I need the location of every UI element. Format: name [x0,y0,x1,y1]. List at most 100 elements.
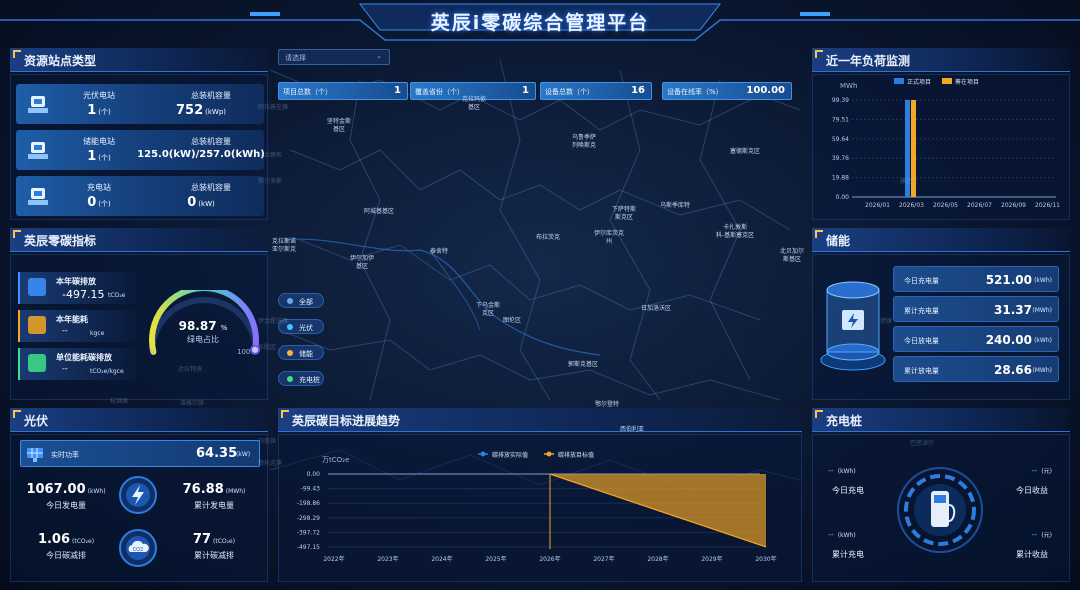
storage-stat-unit: (MWh) [1032,307,1052,314]
map-region-label: 东胜区 [258,344,277,351]
pv-stat-label: 今日发电量 [46,501,86,510]
map-region-label: 伊金霍洛旗 [258,318,289,325]
place-name: 下乌金斯 [476,302,501,309]
place-name: 鄂尔登特 [595,401,620,408]
kpi-label: 项目总数（个） [283,88,332,96]
storage-stat: 累计充电量 31.37 (MWh) [893,296,1059,322]
carbon-panel-title: 英辰零碳指标 [24,234,97,248]
gauge-value-wrap: 98.87 % [168,319,238,333]
map-legend-all[interactable]: 全部 [278,293,324,308]
place-name: 下萨特斯 [612,206,637,213]
map-place-label: 西伯利亚 [620,426,644,434]
kpi-card: 项目总数（个） 1 [278,82,408,100]
y-tick-label: -497.15 [297,544,320,551]
charger-stat-label: 累计收益 [1016,550,1048,559]
legend-label: 充电桩 [299,376,320,384]
place-sub: 州 [606,238,613,245]
map-legend-charger[interactable]: 充电桩 [278,371,324,386]
pv-stat: 1067.00 (kWh) 今日发电量 [20,478,112,518]
place-sub: 基区 [356,263,369,270]
station-card: 储能电站 1 (个) 总装机容量 125.0(kW)/257.0(kWh) [16,130,265,170]
station-count: 1 (个) [87,149,111,164]
y-tick-label: 0.00 [307,471,321,478]
capacity-label: 总装机容量 [191,137,231,146]
pv-stat-unit: (kWh) [87,488,106,495]
x-tick-label: 2027年 [593,555,614,563]
map-region-label: 康巴什 [900,178,919,185]
map-region-label: 准格尔旗 [180,400,205,407]
place-name: 北贝加尔 [780,248,805,255]
charger-stat-value: -- [828,466,834,475]
charger-stat-value: -- [1031,466,1038,475]
pv-stat-label: 今日碳减排 [46,551,86,560]
solar-station-icon [26,92,50,116]
charger-stat-label: 今日充电 [832,486,864,495]
pv-stat: 76.88 (MWh) 累计发电量 [168,478,260,518]
pv-stat-value-line: 77 (tCO₂e) [168,528,260,547]
cloud-co2-icon: CO2 [119,529,157,567]
place-sub: 基区 [333,126,346,133]
pv-power-card: 实时功率 64.35 (kW) [20,440,260,467]
region-filter-placeholder: 请选择 [285,54,306,62]
carbon-item-value: -497.15 [62,288,105,301]
gauge-max: 100 [237,348,251,356]
pv-stat: 1.06 (tCO₂e) 今日碳减排 [20,528,112,568]
pv-stat-value-line: 1067.00 (kWh) [20,478,112,497]
storage-panel-title: 储能 [826,234,851,248]
station-card: 光伏电站 1 (个) 总装机容量 752 (kWp) [16,84,264,124]
region-filter-select[interactable]: 请选择 ⌄ [278,49,390,65]
place-name: 克拉玛依 [462,96,487,103]
charger-stat-value: -- [828,530,834,539]
page-title: 英辰i零碳综合管理平台 [430,12,650,34]
x-tick-label: 2024年 [431,555,452,563]
pv-panel-title: 光伏 [24,414,49,428]
legend-label: 筹在项目 [955,78,979,86]
storage-stat-value: 240.00 [985,333,1032,347]
charger-stat-value-line: -- (kWh) [820,522,900,541]
y-tick-label: 19.88 [832,175,849,182]
legend-dot-icon [287,298,293,304]
pv-panel-header: 光伏 [10,408,268,432]
pv-stat-value-line: 1.06 (tCO₂e) [20,528,112,547]
station-count: 1 (个) [87,103,111,118]
lightning-icon [119,476,157,514]
map-place-label: 泰舍特 [430,248,448,256]
kpi-label: 覆盖省份（个） [415,88,464,96]
charging-station-icon [26,184,50,208]
legend-label: 正式项目 [907,78,931,86]
place-name: 卡扎敦斯 [723,224,748,231]
capacity-label: 总装机容量 [191,91,231,100]
carbon-item: 单位能耗碳排放 -- tCO₂e/kgce [18,348,136,380]
gauge-min: 0 [150,348,155,356]
charger-stat-unit: (元) [1041,468,1052,475]
gauge-value: 98.87 [178,319,217,333]
station-name: 光伏电站 [83,91,115,100]
map-place-label: 鄂尔登特 [595,401,619,409]
kpi-value: 100.00 [746,85,785,96]
legend-label: 碳排放实际值 [492,451,528,459]
map-legend-storage[interactable]: 储能 [278,345,324,360]
place-sub: 基区 [468,104,481,111]
map-region-label: 鄂托克旗 [258,460,283,467]
map-place-label: 塞德斯克区 [730,148,760,156]
legend-label: 储能 [299,350,313,358]
resource-panel-title: 资源站点类型 [24,54,97,68]
battery-storage-icon [820,281,886,371]
place-name: 乌鲁季萨 [572,134,597,141]
charger-stat: -- (kWh) 今日充电 [820,458,900,496]
y-tick-label: -298.29 [297,515,320,522]
capacity-unit: (kWp) [205,108,227,116]
y-tick-label: -397.72 [297,529,320,536]
storage-stat: 今日放电量 240.00 (kWh) [893,326,1059,352]
x-tick-label: 2029年 [701,555,722,563]
pv-stat-unit: (tCO₂e) [213,538,236,545]
legend-swatch [942,78,952,84]
kpi-value: 16 [631,85,645,96]
charger-stat-unit: (kWh) [837,532,856,539]
resource-panel-header: 资源站点类型 [10,48,268,72]
carbon-item-value: -- [62,364,68,373]
dashboard: 英辰i零碳综合管理平台 资源站点类型 英辰零碳指标 98.87 % 绿电占比 0… [0,0,1080,590]
legend-marker [480,451,486,457]
map-place-label: 下萨特斯 斯克区 [612,206,636,222]
place-name: 图伦区 [503,317,522,324]
